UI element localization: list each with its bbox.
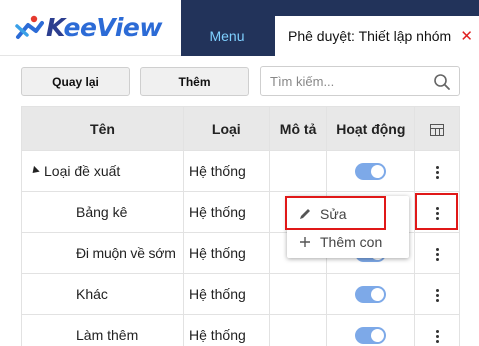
- row-active-cell: [326, 150, 416, 192]
- row-type: Hệ thống: [182, 150, 270, 192]
- row-actions-cell: [414, 273, 460, 315]
- menu-tab[interactable]: Menu: [181, 0, 273, 56]
- more-options-icon[interactable]: [435, 329, 439, 343]
- row-name: Bảng kê: [21, 191, 184, 233]
- search-icon[interactable]: [433, 73, 451, 91]
- expand-caret-icon[interactable]: [29, 165, 40, 176]
- menu-tab-label: Menu: [209, 28, 245, 44]
- top-header: KeeView Menu Phê duyệt: Thiết lập nhóm ✕: [0, 0, 479, 56]
- column-header-description[interactable]: Mô tả: [268, 106, 328, 151]
- table-row[interactable]: Làm thêm Hệ thống: [21, 314, 460, 346]
- more-options-icon[interactable]: [435, 288, 439, 302]
- logo-text: KeeView: [46, 13, 162, 42]
- logo-mark-icon: [15, 15, 44, 39]
- row-type: Hệ thống: [182, 232, 270, 274]
- search-box: [260, 66, 460, 96]
- menu-item-add-child-label: Thêm con: [320, 234, 383, 250]
- more-options-icon[interactable]: [435, 165, 439, 179]
- row-active-cell: [326, 314, 416, 346]
- column-settings[interactable]: [414, 106, 460, 151]
- table-row[interactable]: Khác Hệ thống: [21, 273, 460, 315]
- row-name-cell: Loại đề xuất: [21, 150, 184, 192]
- row-name: Khác: [21, 273, 184, 315]
- highlight-more-options: [415, 193, 458, 230]
- row-name: Đi muộn về sớm: [21, 232, 184, 274]
- active-toggle[interactable]: [355, 285, 387, 303]
- active-toggle[interactable]: [355, 162, 387, 180]
- row-description: [268, 273, 328, 315]
- highlight-edit: [285, 196, 386, 230]
- row-name: Làm thêm: [21, 314, 184, 346]
- row-name: Loại đề xuất: [44, 163, 121, 179]
- column-header-active[interactable]: Hoạt động: [326, 106, 416, 151]
- logo[interactable]: KeeView: [0, 0, 181, 56]
- menu-item-add-child[interactable]: Thêm con: [287, 228, 409, 256]
- tab-approval-group-settings[interactable]: Phê duyệt: Thiết lập nhóm ✕: [275, 16, 479, 56]
- close-icon[interactable]: ✕: [460, 29, 473, 44]
- row-actions-cell: [414, 314, 460, 346]
- more-options-icon[interactable]: [435, 247, 439, 261]
- column-header-type[interactable]: Loại: [182, 106, 270, 151]
- row-description: [268, 150, 328, 192]
- row-type: Hệ thống: [182, 191, 270, 233]
- row-description: [268, 314, 328, 346]
- row-actions-cell: [414, 232, 460, 274]
- search-input[interactable]: [261, 67, 426, 95]
- row-actions-cell: [414, 150, 460, 192]
- table-row[interactable]: Loại đề xuất Hệ thống: [21, 150, 460, 192]
- back-button[interactable]: Quay lại: [21, 67, 130, 96]
- tab-bar: Phê duyệt: Thiết lập nhóm ✕: [273, 0, 479, 56]
- plus-icon: [297, 236, 313, 248]
- row-active-cell: [326, 273, 416, 315]
- add-button[interactable]: Thêm: [140, 67, 249, 96]
- tab-label: Phê duyệt: Thiết lập nhóm: [288, 28, 452, 44]
- column-header-name[interactable]: Tên: [21, 106, 184, 151]
- row-type: Hệ thống: [182, 314, 270, 346]
- active-toggle[interactable]: [355, 326, 387, 344]
- table-header-row: Tên Loại Mô tả Hoạt động: [21, 106, 460, 151]
- grid-icon[interactable]: [430, 123, 445, 136]
- row-type: Hệ thống: [182, 273, 270, 315]
